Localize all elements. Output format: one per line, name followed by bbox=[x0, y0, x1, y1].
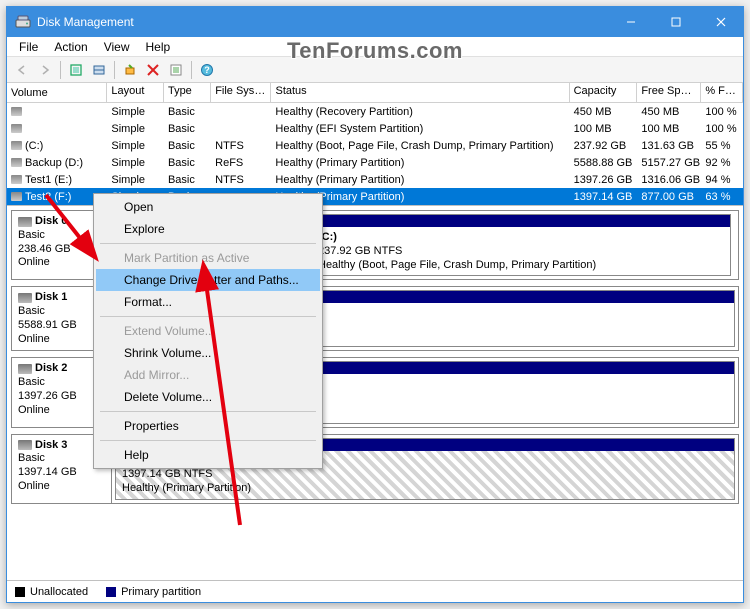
toolbar: ? bbox=[7, 57, 743, 83]
volume-header[interactable]: Volume Layout Type File Syste... Status … bbox=[7, 83, 743, 103]
help-button[interactable]: ? bbox=[196, 59, 218, 81]
volume-row[interactable]: SimpleBasicHealthy (Recovery Partition)4… bbox=[7, 103, 743, 120]
volume-row[interactable]: (C:)SimpleBasicNTFSHealthy (Boot, Page F… bbox=[7, 137, 743, 154]
legend-primary: Primary partition bbox=[121, 586, 201, 598]
legend-unallocated: Unallocated bbox=[30, 586, 88, 598]
properties-button[interactable] bbox=[165, 59, 187, 81]
volume-row[interactable]: Backup (D:)SimpleBasicReFSHealthy (Prima… bbox=[7, 154, 743, 171]
disk-icon bbox=[18, 293, 32, 303]
disk-icon bbox=[18, 440, 32, 450]
col-filesystem[interactable]: File Syste... bbox=[211, 83, 271, 102]
col-percentfree[interactable]: % Free bbox=[701, 83, 743, 102]
volume-row[interactable]: Test1 (E:)SimpleBasicNTFSHealthy (Primar… bbox=[7, 171, 743, 188]
ctx-explore[interactable]: Explore bbox=[96, 218, 320, 240]
ctx-add-mirror: Add Mirror... bbox=[96, 364, 320, 386]
refresh-button[interactable] bbox=[65, 59, 87, 81]
settings-button[interactable] bbox=[88, 59, 110, 81]
window-title: Disk Management bbox=[37, 15, 608, 29]
menubar: File Action View Help bbox=[7, 37, 743, 57]
maximize-button[interactable] bbox=[653, 7, 698, 37]
drive-icon bbox=[11, 124, 22, 133]
ctx-mark-active: Mark Partition as Active bbox=[96, 247, 320, 269]
delete-button[interactable] bbox=[142, 59, 164, 81]
col-capacity[interactable]: Capacity bbox=[570, 83, 638, 102]
ctx-change-drive-letter[interactable]: Change Drive Letter and Paths... bbox=[96, 269, 320, 291]
back-button bbox=[11, 59, 33, 81]
drive-icon bbox=[11, 141, 22, 150]
ctx-format[interactable]: Format... bbox=[96, 291, 320, 313]
menu-view[interactable]: View bbox=[96, 38, 138, 56]
menu-action[interactable]: Action bbox=[46, 38, 95, 56]
partition[interactable]: (C:)237.92 GB NTFSHealthy (Boot, Page Fi… bbox=[311, 214, 731, 276]
svg-text:?: ? bbox=[204, 65, 210, 75]
col-layout[interactable]: Layout bbox=[107, 83, 164, 102]
drive-icon bbox=[11, 175, 22, 184]
col-type[interactable]: Type bbox=[164, 83, 211, 102]
disk-icon bbox=[18, 364, 32, 374]
menu-help[interactable]: Help bbox=[138, 38, 179, 56]
legend: Unallocated Primary partition bbox=[7, 580, 743, 602]
col-status[interactable]: Status bbox=[271, 83, 569, 102]
legend-unallocated-swatch bbox=[15, 587, 25, 597]
ctx-delete-volume[interactable]: Delete Volume... bbox=[96, 386, 320, 408]
context-menu: Open Explore Mark Partition as Active Ch… bbox=[93, 193, 323, 469]
minimize-button[interactable] bbox=[608, 7, 653, 37]
volume-list[interactable]: Volume Layout Type File Syste... Status … bbox=[7, 83, 743, 206]
drive-icon bbox=[11, 107, 22, 116]
menu-file[interactable]: File bbox=[11, 38, 46, 56]
ctx-extend-volume: Extend Volume... bbox=[96, 320, 320, 342]
legend-primary-swatch bbox=[106, 587, 116, 597]
col-volume[interactable]: Volume bbox=[7, 83, 107, 102]
forward-button bbox=[34, 59, 56, 81]
ctx-properties[interactable]: Properties bbox=[96, 415, 320, 437]
col-freespace[interactable]: Free Space bbox=[637, 83, 701, 102]
close-button[interactable] bbox=[698, 7, 743, 37]
drive-icon bbox=[11, 158, 22, 167]
ctx-open[interactable]: Open bbox=[96, 196, 320, 218]
app-icon bbox=[15, 14, 31, 30]
disk-icon bbox=[18, 217, 32, 227]
titlebar[interactable]: Disk Management bbox=[7, 7, 743, 37]
volume-row[interactable]: SimpleBasicHealthy (EFI System Partition… bbox=[7, 120, 743, 137]
ctx-help[interactable]: Help bbox=[96, 444, 320, 466]
ctx-shrink-volume[interactable]: Shrink Volume... bbox=[96, 342, 320, 364]
wizard-button[interactable] bbox=[119, 59, 141, 81]
drive-icon bbox=[11, 192, 22, 201]
